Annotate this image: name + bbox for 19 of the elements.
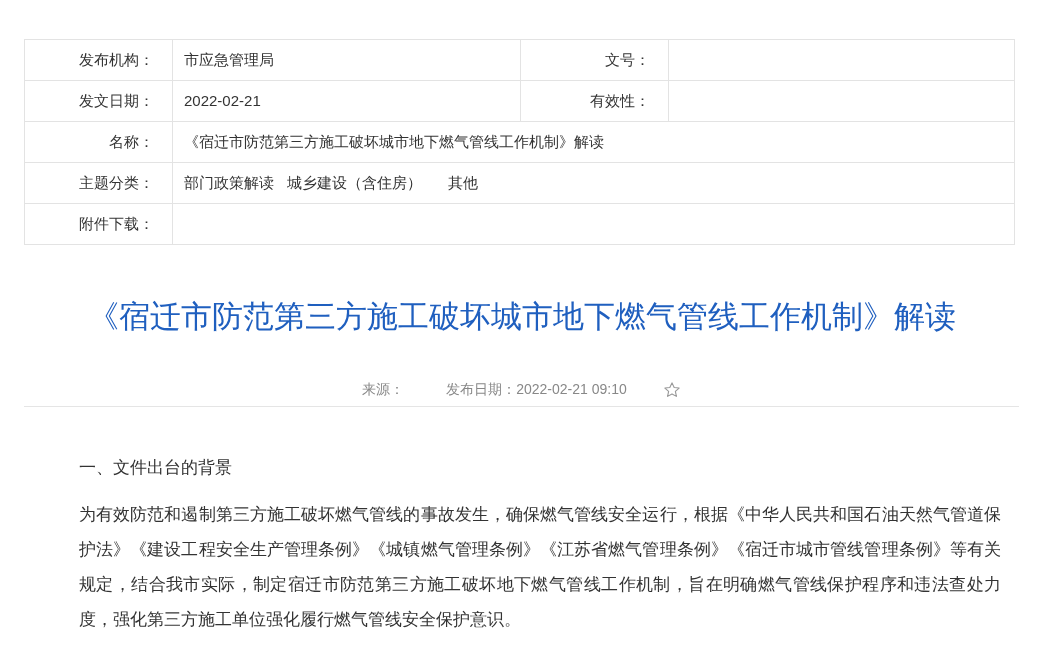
field-value: 《宿迁市防范第三方施工破坏城市地下燃气管线工作机制》解读: [172, 121, 1015, 163]
field-label: 主题分类：: [24, 162, 173, 204]
field-label: 文号：: [520, 39, 669, 81]
field-label: 发文日期：: [24, 80, 173, 122]
category-tag: 城乡建设（含住房）: [287, 173, 422, 191]
article-title: 《宿迁市防范第三方施工破坏城市地下燃气管线工作机制》解读: [86, 298, 957, 336]
field-value: 市应急管理局: [172, 39, 521, 81]
field-value: 2022-02-21: [172, 80, 521, 122]
field-label: 发布机构：: [24, 39, 173, 81]
publish-date: 发布日期：2022-02-21 09:10: [446, 380, 627, 399]
field-label: 名称：: [24, 121, 173, 163]
field-label: 附件下载：: [24, 203, 173, 245]
section-heading: 一、文件出台的背景: [79, 457, 233, 479]
source-label: 来源：: [362, 380, 405, 399]
body-paragraph: 为有效防范和遏制第三方施工破坏燃气管线的事故发生，确保燃气管线安全运行，根据《中华人民共和国石油天然气管道保护法》《建设工程安全生产管理条例》《城镇燃气管理条例》《江苏省燃气管理条例》《宿迁市城市管线管理条例》等有关规定，结合我市实际，制定宿迁市防范第三方施工破坏地下燃气管线工作机制，旨在明确燃气管线保护程序和违法查处力度，强化第三方施工单位强化履行燃气管线安全保护意识。: [79, 503, 1001, 631]
category-tag: 部门政策解读: [184, 173, 274, 191]
category-tag: 其他: [448, 173, 478, 191]
field-label: 有效性：: [520, 80, 669, 122]
favorite-star-icon[interactable]: [662, 380, 681, 399]
